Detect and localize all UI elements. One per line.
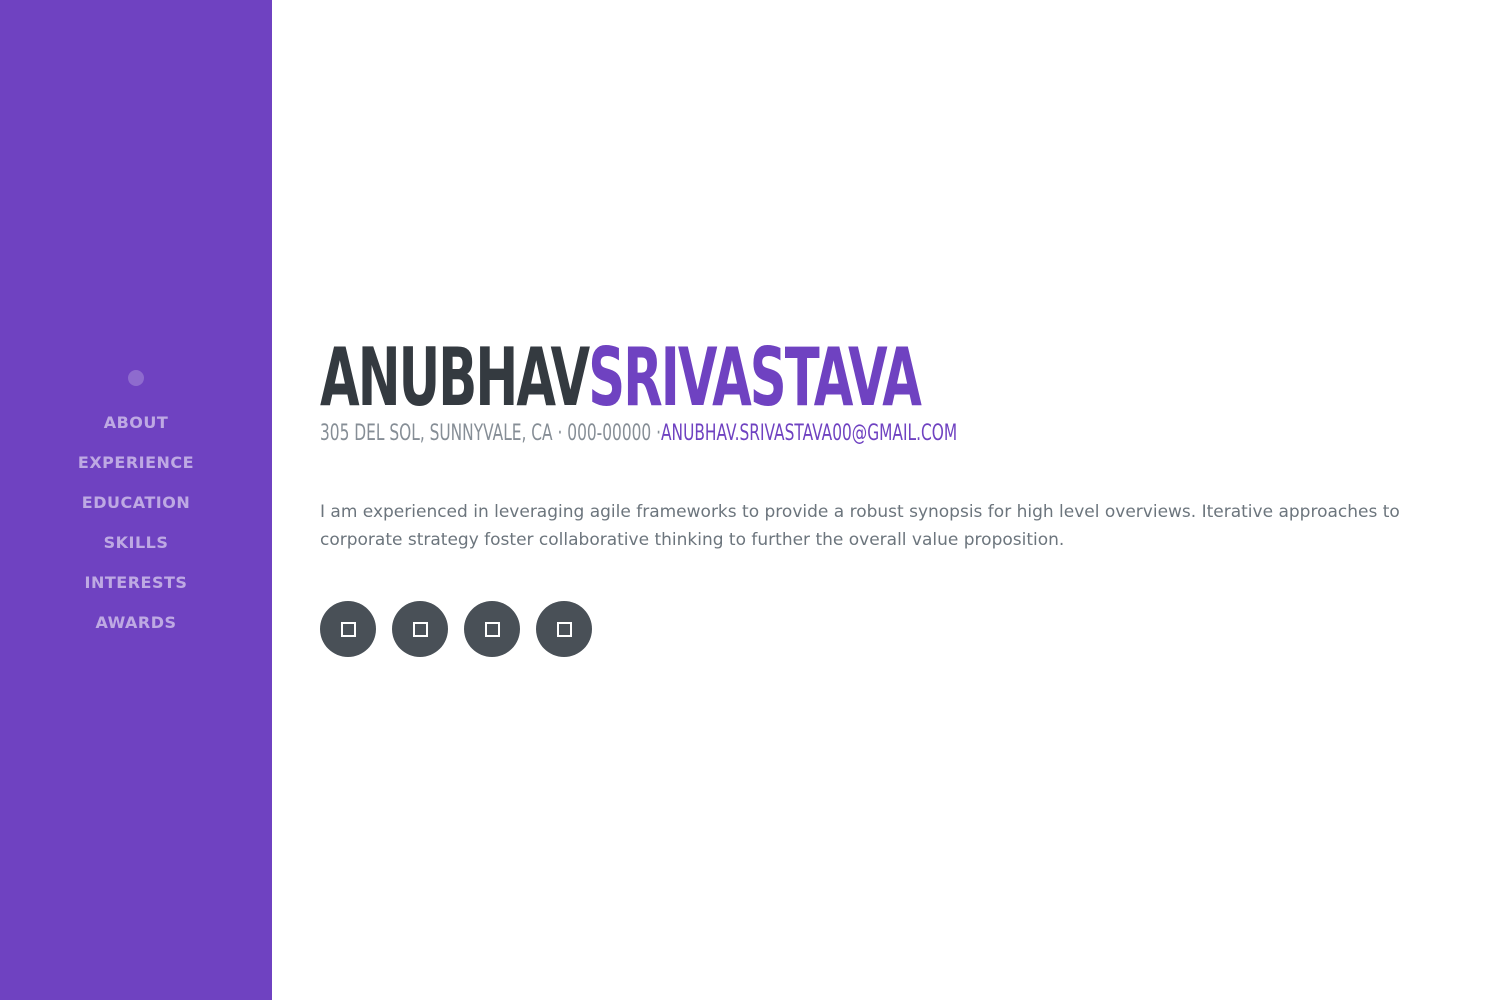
nav-item-awards: AWARDS bbox=[0, 605, 272, 645]
about-section: ANUBHAVSRIVASTAVA 305 DEL SOL, SUNNYVALE… bbox=[320, 330, 1440, 657]
nav-item-interests: INTERESTS bbox=[0, 565, 272, 605]
nav-item-about: ABOUT bbox=[0, 405, 272, 445]
nav-item-skills: SKILLS bbox=[0, 525, 272, 565]
contact-line: 305 DEL SOL, SUNNYVALE, CA · 000-00000 ·… bbox=[320, 420, 1104, 448]
nav-link-skills[interactable]: SKILLS bbox=[104, 533, 169, 552]
nav-item-education: EDUCATION bbox=[0, 485, 272, 525]
social-icon-3 bbox=[484, 621, 500, 637]
address-text: 305 DEL SOL, SUNNYVALE, CA · 000-00000 · bbox=[320, 421, 662, 446]
page-title: ANUBHAVSRIVASTAVA bbox=[320, 330, 1037, 426]
last-name: SRIVASTAVA bbox=[588, 331, 922, 424]
social-icons bbox=[320, 601, 1440, 657]
social-button-3[interactable] bbox=[464, 601, 520, 657]
social-button-1[interactable] bbox=[320, 601, 376, 657]
sidebar-nav: ABOUT EXPERIENCE EDUCATION SKILLS INTERE… bbox=[0, 405, 272, 645]
nav-link-education[interactable]: EDUCATION bbox=[82, 493, 190, 512]
social-button-4[interactable] bbox=[536, 601, 592, 657]
nav-link-about[interactable]: ABOUT bbox=[104, 413, 169, 432]
email-link[interactable]: ANUBHAV.SRIVASTAVA00@GMAIL.COM bbox=[661, 421, 957, 446]
first-name: ANUBHAV bbox=[320, 331, 590, 424]
nav-link-awards[interactable]: AWARDS bbox=[95, 613, 176, 632]
profile-image[interactable] bbox=[128, 370, 144, 386]
bio-text: I am experienced in leveraging agile fra… bbox=[320, 502, 1400, 550]
nav-item-experience: EXPERIENCE bbox=[0, 445, 272, 485]
sidebar: ABOUT EXPERIENCE EDUCATION SKILLS INTERE… bbox=[0, 0, 272, 1000]
social-icon-1 bbox=[340, 621, 356, 637]
social-icon-4 bbox=[556, 621, 572, 637]
nav-link-experience[interactable]: EXPERIENCE bbox=[78, 453, 194, 472]
social-icon-2 bbox=[412, 621, 428, 637]
social-button-2[interactable] bbox=[392, 601, 448, 657]
nav-link-interests[interactable]: INTERESTS bbox=[85, 573, 188, 592]
